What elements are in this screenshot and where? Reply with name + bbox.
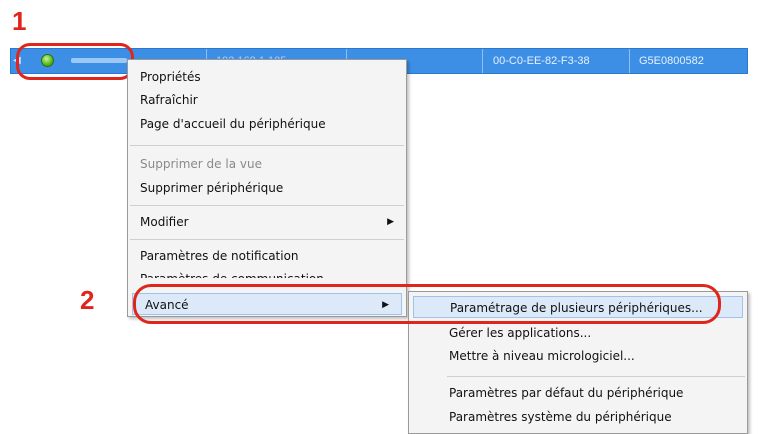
menu-separator [447, 376, 745, 377]
menu-item-manage-applications[interactable]: Gérer les applications... [409, 322, 747, 344]
submenu-arrow-icon: ▶ [387, 217, 394, 227]
menu-separator [130, 145, 404, 146]
step-number-1: 1 [12, 6, 27, 36]
device-mac-cell: 00-C0-EE-82-F3-38 [493, 55, 590, 67]
menu-item-device-system-settings[interactable]: Paramètres système du périphérique [409, 406, 747, 428]
menu-item-modify-label: Modifier [140, 215, 189, 229]
menu-item-delete-device[interactable]: Supprimer périphérique [128, 177, 406, 199]
menu-item-notification-settings[interactable]: Paramètres de notification [128, 245, 406, 267]
menu-item-refresh[interactable]: Rafraîchir [128, 89, 406, 111]
step-number-2: 2 [80, 285, 95, 315]
menu-item-device-home-page[interactable]: Page d'accueil du périphérique [128, 113, 406, 135]
highlight-ring-device-row [16, 43, 134, 80]
context-menu: Propriétés Rafraîchir Page d'accueil du … [127, 59, 407, 317]
highlight-ring-advanced-path [133, 284, 721, 324]
device-serial-cell: G5E0800582 [639, 55, 704, 67]
menu-item-communication-settings[interactable]: Paramètres de communication [128, 268, 406, 278]
column-divider [482, 49, 483, 73]
menu-item-remove-from-view: Supprimer de la vue [140, 157, 262, 171]
menu-separator [130, 205, 404, 206]
menu-item-device-default-settings[interactable]: Paramètres par défaut du périphérique [409, 382, 747, 404]
menu-item-modify[interactable]: Modifier ▶ [128, 211, 406, 233]
menu-item-properties[interactable]: Propriétés [128, 66, 406, 88]
menu-separator [130, 239, 404, 240]
column-divider [629, 49, 630, 73]
menu-item-firmware-upgrade[interactable]: Mettre à niveau micrologiciel... [409, 345, 747, 367]
